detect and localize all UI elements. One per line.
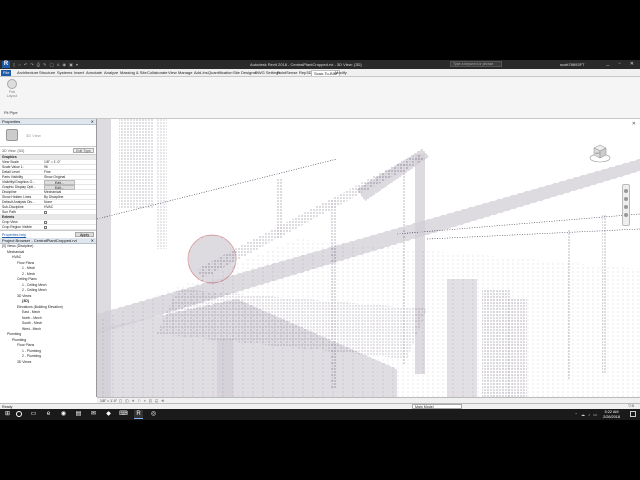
quick-access-toolbar[interactable]: ▯ ⌂ ↶ ↷ ⎙ ✎ ◯ A ◉ ▣ ▾ <box>13 62 79 67</box>
notification-icon[interactable] <box>630 411 636 417</box>
revit-logo[interactable]: R <box>2 61 10 68</box>
properties-footer: Properties help Apply <box>0 230 96 238</box>
fit-pipe-panel-label: Fit Pipe <box>4 110 18 115</box>
pipe-icon <box>7 79 17 89</box>
browser-node[interactable]: 3D Views <box>0 360 96 366</box>
mail-icon[interactable]: ✉ <box>89 410 98 419</box>
apply-button[interactable]: Apply <box>75 232 94 237</box>
type-name: 3D View <box>26 133 41 138</box>
ribbon-panel: Pick Layout Fit Pipe <box>0 77 640 119</box>
chrome-icon[interactable]: ◉ <box>59 410 68 419</box>
file-explorer-icon[interactable]: ▤ <box>74 410 83 419</box>
visual-studio-icon[interactable]: ◆ <box>104 410 113 419</box>
properties-filter[interactable]: 3D View: {3D} Edit Type <box>0 147 96 155</box>
start-button[interactable]: ⊞ <box>3 410 12 419</box>
properties-table: Graphics View Scale 1/8" = 1'-0" Scale Valu… <box>0 155 96 230</box>
pick-layout-label: Pick Layout <box>6 90 18 98</box>
clock[interactable]: 5:22 AM 2/26/2018 <box>603 410 620 419</box>
tab-annotate[interactable]: Annotate <box>84 70 104 76</box>
property-checkbox[interactable] <box>44 221 47 224</box>
window-title: Autodesk Revit 2018 - CentralPlantCroppe… <box>250 62 362 67</box>
revit-window: R ▯ ⌂ ↶ ↷ ⎙ ✎ ◯ A ◉ ▣ ▾ Autodesk Revit 2… <box>0 60 640 420</box>
left-panels: Properties ✕ 3D View 3D View: {3D} Edit … <box>0 119 97 397</box>
task-view-icon[interactable]: ▭ <box>29 410 38 419</box>
3d-viewport[interactable]: ✕ LEFT <box>97 119 640 397</box>
navigation-bar[interactable] <box>622 184 630 226</box>
clock-time: 5:22 AM <box>604 410 619 414</box>
clock-date: 2/26/2018 <box>603 414 620 419</box>
zoom-icon[interactable] <box>624 197 628 201</box>
window-buttons[interactable]: _ ▫ ✕ <box>606 61 638 67</box>
tab-modify[interactable]: Modify <box>333 70 349 76</box>
viewcube[interactable]: LEFT <box>589 141 611 163</box>
properties-help-link[interactable]: Properties help <box>2 233 26 237</box>
pan-icon[interactable] <box>624 213 628 217</box>
close-view-icon[interactable]: ✕ <box>632 121 636 127</box>
close-icon[interactable]: ✕ <box>91 238 94 244</box>
help-search-input[interactable]: Type a keyword or phrase <box>450 61 502 67</box>
obs-icon[interactable]: ◎ <box>149 410 158 419</box>
point-cloud-render[interactable] <box>97 119 640 397</box>
selection-filter[interactable]: ▽:0 <box>628 404 634 408</box>
revit-taskbar-icon[interactable]: R <box>134 410 143 419</box>
orbit-icon[interactable] <box>624 205 628 209</box>
ribbon-tabs: File Architecture Structure Systems Insert An… <box>0 69 640 77</box>
steering-wheel-icon[interactable] <box>624 189 628 193</box>
properties-title: Properties <box>2 119 21 124</box>
properties-filter-label: 3D View: {3D} <box>2 149 25 153</box>
edit-type-button[interactable]: Edit Type <box>73 148 94 153</box>
property-checkbox[interactable] <box>44 226 47 229</box>
cmd-icon[interactable]: ⌨ <box>119 410 128 419</box>
edge-icon[interactable]: e <box>44 410 53 419</box>
project-browser-tree: [0] Views (Discipline) Mechanical HVAC Floo… <box>0 244 96 365</box>
user-account[interactable]: scott78893FT <box>560 62 584 67</box>
tab-pointsense[interactable]: PointSense <box>275 70 299 76</box>
project-browser-title: Project Browser - CentralPlantCropped.rv… <box>2 238 77 243</box>
title-bar: R ▯ ⌂ ↶ ↷ ⎙ ✎ ◯ A ◉ ▣ ▾ Autodesk Revit 2… <box>0 60 640 69</box>
system-tray[interactable]: ⌃ ☁ ♪ ▭ <box>575 412 598 417</box>
tab-file[interactable]: File <box>1 70 12 76</box>
search-icon[interactable] <box>16 411 22 417</box>
pick-layout-button[interactable]: Pick Layout <box>4 79 20 98</box>
viewcube-face-label: LEFT <box>595 153 601 155</box>
3d-view-icon <box>6 129 18 141</box>
project-browser-header: Project Browser - CentralPlantCropped.rv… <box>0 238 96 244</box>
windows-taskbar: ⌃ ☁ ♪ ▭ 5:22 AM 2/26/2018 ⊞ ▭ e ◉ ▤ ✉ ◆ ⌨ R ◎ <box>0 409 640 420</box>
property-checkbox[interactable] <box>44 211 47 214</box>
type-selector[interactable]: 3D View <box>0 125 96 147</box>
